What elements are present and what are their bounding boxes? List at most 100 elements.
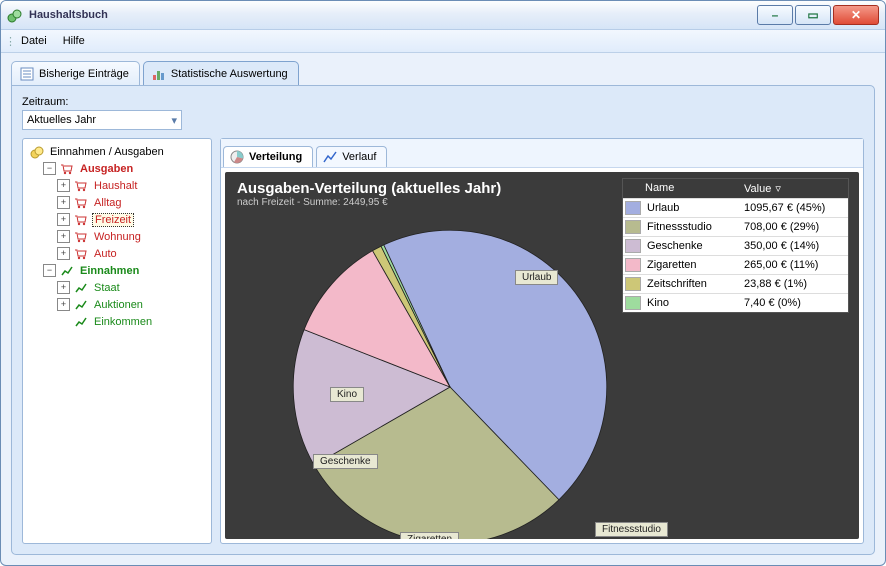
legend-swatch — [625, 239, 641, 253]
slice-label: Geschenke — [313, 454, 378, 469]
period-label: Zeitraum: — [22, 96, 864, 108]
tree-auktionen[interactable]: + Auktionen — [57, 296, 209, 313]
legend-row[interactable]: Zigaretten265,00 € (11%) — [623, 255, 848, 274]
expand-icon[interactable]: + — [57, 230, 70, 243]
expand-icon[interactable]: + — [57, 213, 70, 226]
tree-root-label: Einnahmen / Ausgaben — [48, 146, 166, 158]
tab-panel-stats: Zeitraum: Aktuelles Jahr ▾ Einnahmen / A… — [11, 85, 875, 555]
minimize-button[interactable]: – — [757, 5, 793, 25]
expand-icon[interactable]: + — [57, 298, 70, 311]
legend-name: Kino — [643, 295, 740, 311]
tree-root[interactable]: Einnahmen / Ausgaben — [29, 143, 209, 160]
subtab-verlauf[interactable]: Verlauf — [316, 146, 387, 167]
period-row: Zeitraum: Aktuelles Jahr ▾ — [22, 96, 864, 130]
tree-ausgaben-label: Ausgaben — [78, 163, 135, 175]
legend-name: Fitnessstudio — [643, 219, 740, 235]
category-tree[interactable]: Einnahmen / Ausgaben − Ausgaben + Haushal… — [22, 138, 212, 544]
legend-value: 350,00 € (14%) — [740, 238, 848, 254]
app-icon — [7, 7, 23, 23]
pie-chart — [285, 222, 615, 539]
legend-name: Zigaretten — [643, 257, 740, 273]
titlebar: Haushaltsbuch – ▭ ✕ — [1, 1, 885, 30]
tree-alltag[interactable]: +Alltag — [57, 194, 209, 211]
tree-einkommen[interactable]: Einkommen — [57, 313, 209, 330]
tree-item-label: Staat — [92, 282, 122, 294]
legend-header-name[interactable]: Name — [641, 179, 740, 198]
tab-statistische-auswertung[interactable]: Statistische Auswertung — [143, 61, 299, 85]
bar-chart-icon — [152, 67, 166, 81]
collapse-icon[interactable]: − — [43, 264, 56, 277]
cart-icon — [73, 247, 89, 261]
tree-haushalt[interactable]: + Haushalt — [57, 177, 209, 194]
income-icon — [73, 315, 89, 329]
chevron-down-icon: ▾ — [171, 114, 177, 127]
tree-item-label: Auktionen — [92, 299, 145, 311]
income-icon — [73, 281, 89, 295]
chart-area: Ausgaben-Verteilung (aktuelles Jahr) nac… — [225, 172, 859, 539]
tree-item-label: Haushalt — [92, 180, 139, 192]
tree-staat[interactable]: + Staat — [57, 279, 209, 296]
expand-icon[interactable]: + — [57, 196, 70, 209]
cart-icon — [73, 179, 89, 193]
legend-value: 265,00 € (11%) — [740, 257, 848, 273]
legend-row[interactable]: Fitnessstudio708,00 € (29%) — [623, 217, 848, 236]
cart-icon — [73, 230, 89, 244]
expand-icon[interactable]: + — [57, 281, 70, 294]
sort-desc-icon: ▿ — [775, 182, 781, 195]
legend-row[interactable]: Geschenke350,00 € (14%) — [623, 236, 848, 255]
tree-item-label: Einkommen — [92, 316, 154, 328]
coins-icon — [29, 145, 45, 159]
tree-freizeit[interactable]: + Freizeit — [57, 211, 209, 228]
income-icon — [73, 298, 89, 312]
slice-label: Urlaub — [515, 270, 558, 285]
tree-item-label: Freizeit — [92, 213, 134, 227]
period-select[interactable]: Aktuelles Jahr ▾ — [22, 110, 182, 130]
maximize-button[interactable]: ▭ — [795, 5, 831, 25]
legend-row[interactable]: Kino7,40 € (0%) — [623, 293, 848, 312]
legend-swatch — [625, 220, 641, 234]
collapse-icon[interactable]: − — [43, 162, 56, 175]
list-icon — [20, 67, 34, 81]
chart-panel: Verteilung Verlauf Ausgaben-Verteilung (… — [220, 138, 864, 544]
cart-icon — [73, 213, 89, 227]
menubar-grip-icon: ⋮ — [5, 35, 13, 48]
legend-swatch — [625, 277, 641, 291]
tree-ausgaben[interactable]: − Ausgaben — [43, 160, 209, 177]
slice-label: Zigaretten — [400, 532, 459, 539]
period-value: Aktuelles Jahr — [27, 114, 96, 126]
subtab-label: Verlauf — [342, 151, 376, 163]
close-button[interactable]: ✕ — [833, 5, 879, 25]
subtab-verteilung[interactable]: Verteilung — [223, 146, 313, 167]
legend-table: Name Value▿ Urlaub1095,67 € (45%)Fitness… — [622, 178, 849, 313]
tree-auto[interactable]: +Auto — [57, 245, 209, 262]
income-icon — [59, 264, 75, 278]
tree-einnahmen-label: Einnahmen — [78, 265, 141, 277]
tree-einnahmen[interactable]: − Einnahmen — [43, 262, 209, 279]
menu-datei[interactable]: Datei — [13, 33, 55, 49]
window-title: Haushaltsbuch — [29, 9, 108, 21]
legend-value: 708,00 € (29%) — [740, 219, 848, 235]
line-chart-icon — [323, 150, 337, 164]
legend-header-value[interactable]: Value▿ — [740, 179, 848, 198]
legend-swatch — [625, 258, 641, 272]
legend-name: Geschenke — [643, 238, 740, 254]
tab-label: Statistische Auswertung — [171, 68, 288, 80]
content-area: Bisherige Einträge Statistische Auswertu… — [1, 51, 885, 565]
pie-chart-icon — [230, 150, 244, 164]
legend-value: 1095,67 € (45%) — [740, 200, 848, 216]
legend-row[interactable]: Urlaub1095,67 € (45%) — [623, 198, 848, 217]
expand-icon[interactable]: + — [57, 179, 70, 192]
legend-value: 23,88 € (1%) — [740, 276, 848, 292]
menu-hilfe[interactable]: Hilfe — [55, 33, 93, 49]
subtab-label: Verteilung — [249, 151, 302, 163]
tree-wohnung[interactable]: +Wohnung — [57, 228, 209, 245]
legend-swatch — [625, 296, 641, 310]
legend-row[interactable]: Zeitschriften23,88 € (1%) — [623, 274, 848, 293]
main-tabs: Bisherige Einträge Statistische Auswertu… — [11, 57, 875, 85]
cart-icon — [73, 196, 89, 210]
expand-icon[interactable]: + — [57, 247, 70, 260]
tab-label: Bisherige Einträge — [39, 68, 129, 80]
cart-icon — [59, 162, 75, 176]
tab-bisherige-eintraege[interactable]: Bisherige Einträge — [11, 61, 140, 85]
legend-swatch — [625, 201, 641, 215]
